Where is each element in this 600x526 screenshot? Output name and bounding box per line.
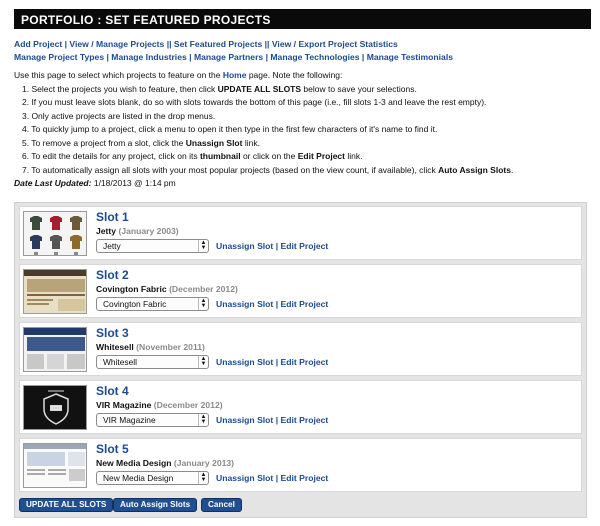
edit-project-link[interactable]: Edit Project [281,357,329,367]
slots-panel: Slot 1 Jetty (January 2003) Jetty ▲ ▼ Unas… [14,202,587,518]
nav-manage-industries[interactable]: Manage Industries [111,52,186,62]
slot-row: Slot 2 Covington Fabric (December 2012) … [19,264,582,318]
slot-title: Slot 2 [96,268,129,282]
slot-project-select[interactable]: VIR Magazine ▲ ▼ [96,413,209,427]
nav-add-project[interactable]: Add Project [14,39,62,49]
home-link-text: Home [222,70,247,80]
unassign-slot-link[interactable]: Unassign Slot [216,473,273,483]
slot-title: Slot 5 [96,442,129,456]
edit-project-link[interactable]: Edit Project [281,415,329,425]
slot-project-name: Jetty (January 2003) [96,226,179,236]
slot-project-select[interactable]: Covington Fabric ▲ ▼ [96,297,209,311]
nav-manage-partners[interactable]: Manage Partners [194,52,263,62]
nav-manage-technologies[interactable]: Manage Technologies [270,52,359,62]
slot-actions: Unassign Slot | Edit Project [216,357,329,367]
slot-project-name: VIR Magazine (December 2012) [96,400,223,410]
cancel-button[interactable]: Cancel [201,498,242,512]
select-arrows-icon: ▲ ▼ [198,472,208,484]
nav-set-featured-projects[interactable]: Set Featured Projects [174,39,262,49]
select-arrows-icon: ▲ ▼ [198,414,208,426]
nav-manage-project-types[interactable]: Manage Project Types [14,52,104,62]
select-arrows-icon: ▲ ▼ [198,298,208,310]
slot-row: Slot 5 New Media Design (January 2013) N… [19,438,582,492]
slot-row: Slot 4 VIR Magazine (December 2012) VIR … [19,380,582,434]
edit-project-link[interactable]: Edit Project [281,241,329,251]
select-arrows-icon: ▲ ▼ [198,356,208,368]
step-7: 7. To automatically assign all slots wit… [22,164,514,175]
step-1: 1. Select the projects you wish to featu… [22,83,417,94]
unassign-slot-link[interactable]: Unassign Slot [216,357,273,367]
slot-project-name: Covington Fabric (December 2012) [96,284,238,294]
intro-text: Use this page to select which projects t… [14,70,343,80]
unassign-slot-link[interactable]: Unassign Slot [216,241,273,251]
slot-title: Slot 1 [96,210,129,224]
step-5: 5. To remove a project from a slot, clic… [22,137,260,148]
project-thumbnail[interactable] [23,211,87,256]
step-3: 3. Only active projects are listed in th… [22,110,216,121]
select-arrows-icon: ▲ ▼ [198,240,208,252]
unassign-slot-link[interactable]: Unassign Slot [216,299,273,309]
instructions: Use this page to select which projects t… [14,69,594,191]
date-last-updated: Date Last Updated: 1/18/2013 @ 1:14 pm [14,178,176,188]
nav-manage-testimonials[interactable]: Manage Testimonials [367,52,453,62]
step-4: 4. To quickly jump to a project, click a… [22,124,438,134]
slot-project-name: Whitesell (November 2011) [96,342,205,352]
slot-project-select[interactable]: Jetty ▲ ▼ [96,239,209,253]
project-thumbnail[interactable] [23,327,87,372]
slot-title: Slot 4 [96,384,129,398]
slot-project-select[interactable]: New Media Design ▲ ▼ [96,471,209,485]
nav-view-export-stats[interactable]: View / Export Project Statistics [272,39,398,49]
project-thumbnail[interactable] [23,385,87,430]
edit-project-link[interactable]: Edit Project [281,473,329,483]
slot-actions: Unassign Slot | Edit Project [216,473,329,483]
slot-title: Slot 3 [96,326,129,340]
slot-project-select[interactable]: Whitesell ▲ ▼ [96,355,209,369]
instruction-steps: 1. Select the projects you wish to featu… [14,83,594,178]
slot-row: Slot 1 Jetty (January 2003) Jetty ▲ ▼ Unas… [19,206,582,260]
slot-row: Slot 3 Whitesell (November 2011) Whitese… [19,322,582,376]
nav-view-manage-projects[interactable]: View / Manage Projects [69,39,164,49]
project-thumbnail[interactable] [23,269,87,314]
page-title: PORTFOLIO : SET FEATURED PROJECTS [14,9,591,29]
unassign-slot-link[interactable]: Unassign Slot [216,415,273,425]
slot-actions: Unassign Slot | Edit Project [216,241,329,251]
step-6: 6. To edit the details for any project, … [22,151,363,161]
project-thumbnail[interactable] [23,443,87,488]
step-2: 2. If you must leave slots blank, do so … [22,97,487,107]
slot-project-name: New Media Design (January 2013) [96,458,235,468]
auto-assign-slots-button[interactable]: Auto Assign Slots [113,498,198,512]
edit-project-link[interactable]: Edit Project [281,299,329,309]
admin-nav: Add Project | View / Manage Projects || … [14,39,453,62]
slot-actions: Unassign Slot | Edit Project [216,415,329,425]
update-all-slots-button[interactable]: UPDATE ALL SLOTS [19,498,114,512]
slot-actions: Unassign Slot | Edit Project [216,299,329,309]
